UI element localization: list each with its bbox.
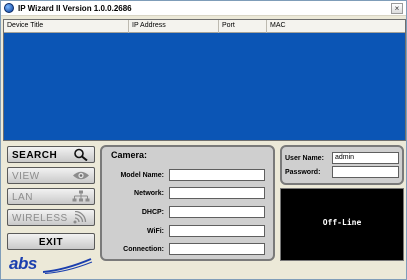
camera-title: Camera: [111, 150, 148, 160]
status-text: Off-Line [322, 218, 362, 227]
app-window: IP Wizard II Version 1.0.0.2686 × Device… [0, 0, 407, 280]
magnifier-icon [74, 148, 88, 161]
video-display: Off-Line [280, 188, 404, 261]
column-ip-address[interactable]: IP Address [129, 20, 219, 33]
view-button-label: VIEW [12, 171, 40, 182]
lan-button-label: LAN [12, 192, 33, 203]
wireless-button[interactable]: WIRELESS [7, 209, 95, 226]
network-icon [72, 190, 90, 202]
login-panel: User Name: admin Password: [280, 145, 404, 185]
model-name-label: Model Name: [120, 172, 164, 179]
device-list[interactable]: Device Title IP Address Port MAC [3, 19, 406, 141]
wireless-icon [73, 211, 87, 224]
logo-swoosh-icon [43, 258, 93, 274]
dhcp-field[interactable] [169, 206, 265, 218]
network-label: Network: [134, 190, 164, 197]
connection-label: Connection: [123, 246, 164, 253]
user-name-input[interactable]: admin [332, 152, 399, 164]
lan-button[interactable]: LAN [7, 188, 95, 205]
password-label: Password: [285, 169, 321, 176]
password-input[interactable] [332, 166, 399, 178]
wifi-label: WiFi: [146, 228, 164, 235]
column-device-title[interactable]: Device Title [4, 20, 129, 33]
model-name-field[interactable] [169, 169, 265, 181]
camera-panel: Camera: Model Name: Network: DHCP: WiFi:… [100, 145, 275, 261]
title-bar[interactable]: IP Wizard II Version 1.0.0.2686 × [1, 1, 406, 16]
dhcp-label: DHCP: [141, 209, 164, 216]
connection-field[interactable] [169, 243, 265, 255]
view-button[interactable]: VIEW [7, 167, 95, 184]
wifi-field[interactable] [169, 225, 265, 237]
column-mac[interactable]: MAC [267, 20, 405, 33]
logo-text: abs [9, 254, 37, 273]
abs-logo: abs [9, 254, 93, 276]
window-title: IP Wizard II Version 1.0.0.2686 [18, 4, 132, 13]
eye-icon [73, 171, 89, 180]
close-button[interactable]: × [391, 3, 403, 14]
device-list-header: Device Title IP Address Port MAC [4, 20, 405, 33]
exit-button-label: EXIT [38, 237, 64, 248]
app-globe-icon [4, 3, 14, 13]
column-port[interactable]: Port [219, 20, 267, 33]
search-button-label: SEARCH [12, 150, 58, 161]
wireless-button-label: WIRELESS [12, 213, 68, 224]
user-name-label: User Name: [285, 155, 324, 162]
search-button[interactable]: SEARCH [7, 146, 95, 163]
network-field[interactable] [169, 187, 265, 199]
exit-button[interactable]: EXIT [7, 233, 95, 250]
